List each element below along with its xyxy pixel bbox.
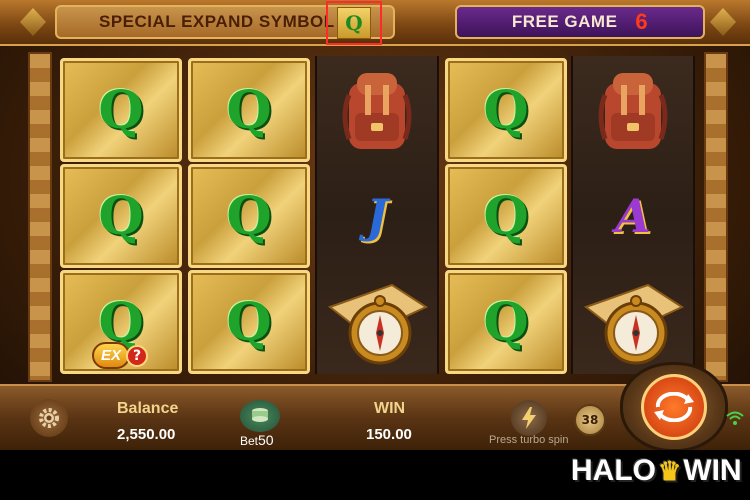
auto-spin-button[interactable]: 38	[574, 404, 606, 436]
free-game-label: FREE GAME	[511, 12, 618, 31]
header-ornament-right	[710, 8, 736, 36]
q-symbol: Q	[483, 291, 529, 353]
backpack-icon	[342, 73, 412, 149]
right-pillar	[704, 52, 728, 382]
bet-label: Bet	[240, 434, 259, 448]
crown-icon: ♛	[658, 455, 682, 486]
header-ornament-left	[20, 8, 46, 36]
q-symbol: Q	[483, 79, 529, 141]
reel-cell	[316, 270, 438, 374]
halowin-logo: HALO ♛ WIN	[571, 451, 742, 491]
compass-icon	[327, 283, 429, 365]
turbo-button[interactable]	[511, 400, 547, 436]
logo-text-right: WIN	[683, 454, 742, 487]
reel-cell: Q	[445, 58, 567, 162]
reels-grid: Q Q Q Q Q Q J Q Q Q A	[58, 56, 698, 374]
q-symbol: Q	[483, 185, 529, 247]
spin-button[interactable]	[620, 362, 728, 450]
reel-cell	[316, 58, 438, 162]
reel-cell: Q	[60, 164, 182, 268]
reel-cell: Q	[445, 270, 567, 374]
balance-value: 2,550.00	[117, 426, 176, 443]
coins-icon	[252, 408, 268, 422]
balance-label: Balance	[117, 400, 179, 417]
bet-display: Bet50	[240, 432, 274, 448]
q-symbol: Q	[226, 79, 272, 141]
ex-label: EX	[92, 342, 131, 369]
compass-icon	[583, 283, 685, 365]
wifi-icon	[726, 411, 744, 425]
turbo-hint: Press turbo spin	[489, 434, 569, 446]
reel-cell: Q	[60, 58, 182, 162]
free-game-count: 6	[635, 9, 649, 34]
bet-button[interactable]	[240, 400, 280, 432]
help-icon[interactable]: ?	[126, 344, 149, 367]
q-symbol: Q	[98, 185, 144, 247]
win-value: 150.00	[366, 426, 412, 443]
q-symbol: Q	[98, 79, 144, 141]
reel-cell: A	[572, 164, 694, 268]
reel-cell	[572, 58, 694, 162]
reel-cell: Q	[445, 164, 567, 268]
reel-cell: Q	[188, 270, 310, 374]
backpack-icon	[598, 73, 668, 149]
game-stage: SPECIAL EXPAND SYMBOL Q FREE GAME 6 Q Q …	[0, 0, 750, 450]
q-symbol: Q	[226, 291, 272, 353]
gear-icon	[39, 408, 59, 428]
auto-spin-count: 38	[581, 413, 599, 427]
bet-value: 50	[258, 432, 274, 448]
reel-cell: J	[316, 164, 438, 268]
settings-button[interactable]	[30, 399, 68, 437]
win-label: WIN	[374, 400, 406, 417]
left-pillar	[28, 52, 52, 382]
a-symbol: A	[615, 189, 651, 243]
special-expand-label: SPECIAL EXPAND SYMBOL	[99, 12, 335, 31]
spin-icon	[641, 374, 707, 440]
free-game-panel: FREE GAME 6	[455, 5, 705, 39]
refresh-arrows-icon	[654, 392, 694, 422]
header-bar: SPECIAL EXPAND SYMBOL Q FREE GAME 6	[0, 0, 750, 46]
j-symbol: J	[366, 189, 388, 243]
reel-cell	[572, 270, 694, 374]
lightning-icon	[522, 407, 536, 429]
special-symbol-highlight: Q	[326, 1, 382, 45]
reel-cell: Q	[188, 164, 310, 268]
special-symbol: Q	[337, 7, 371, 39]
logo-text-left: HALO	[571, 454, 656, 487]
ex-feature-badge[interactable]: EX ?	[92, 342, 149, 369]
q-symbol: Q	[226, 185, 272, 247]
reel-cell: Q	[188, 58, 310, 162]
